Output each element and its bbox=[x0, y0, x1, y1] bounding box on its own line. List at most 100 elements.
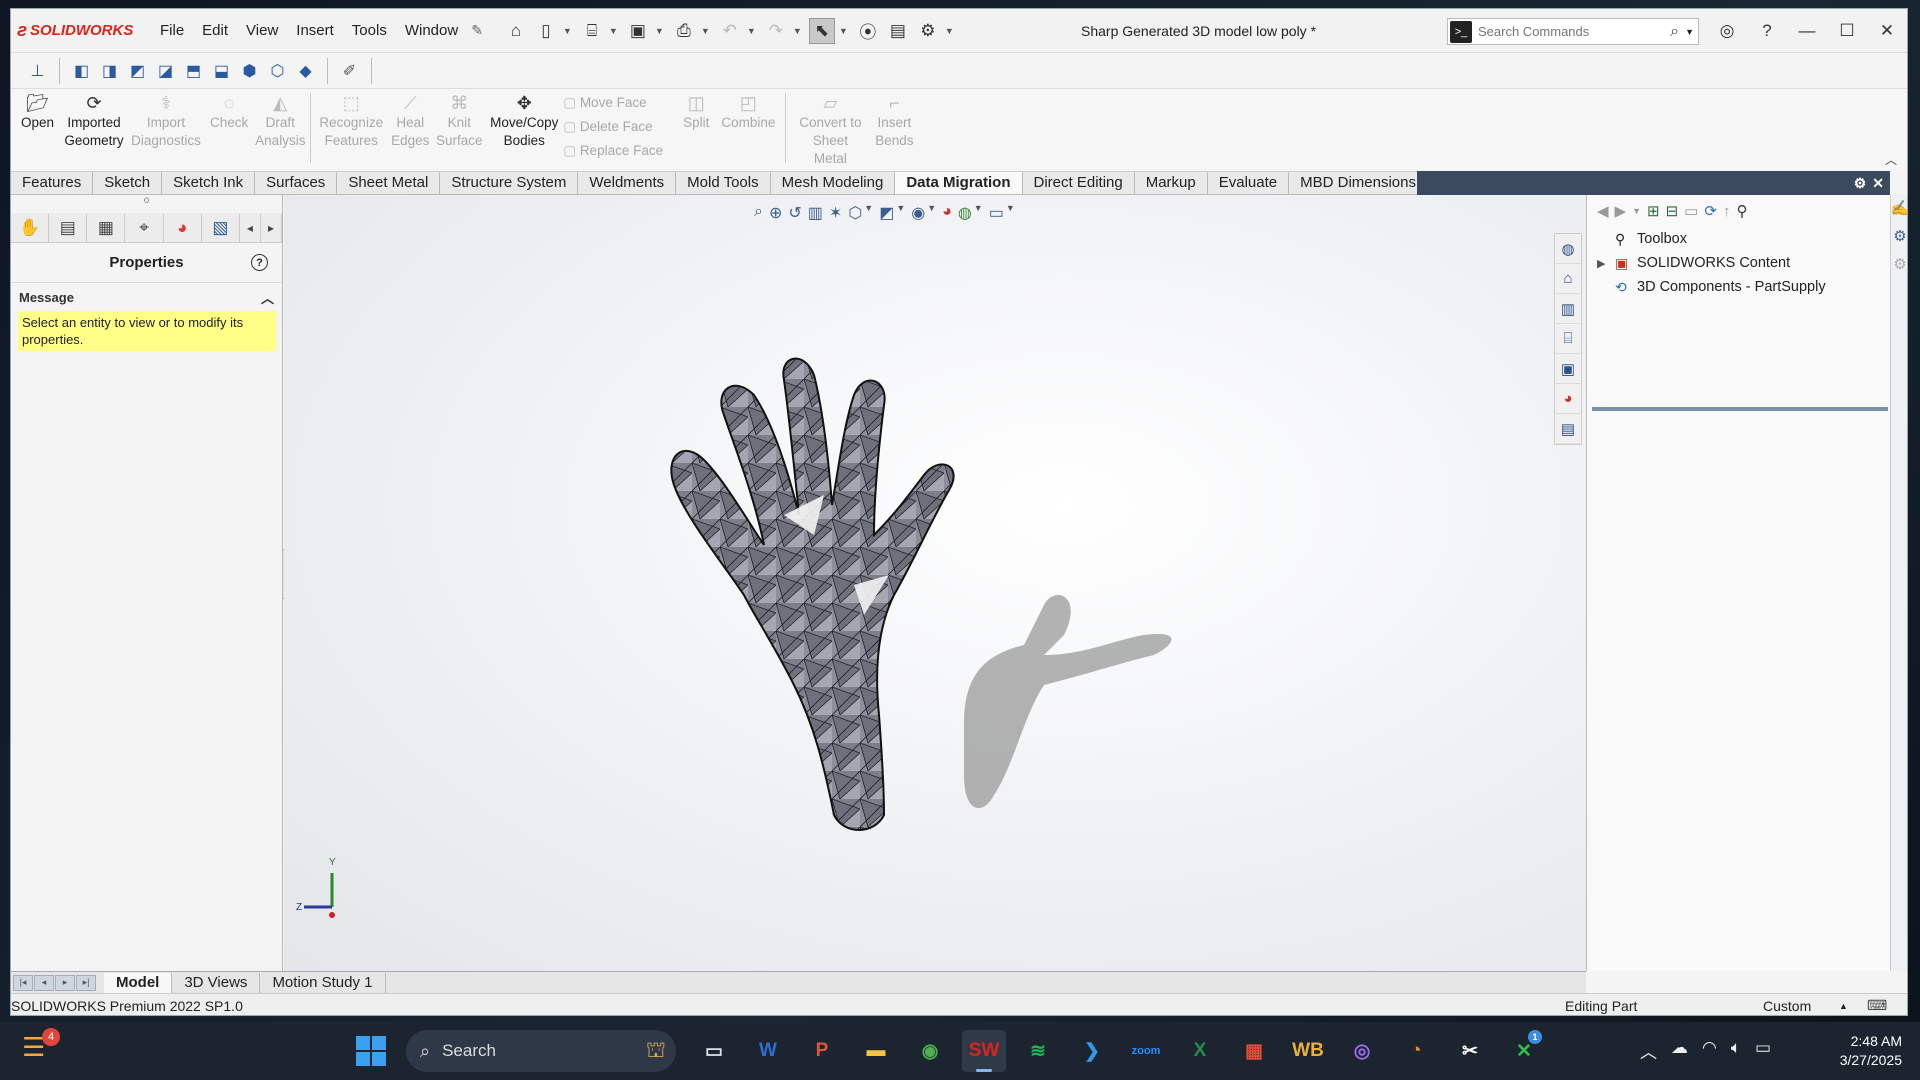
help-icon[interactable]: ? bbox=[1747, 21, 1787, 41]
configuration-manager-tab-icon[interactable]: ▦ bbox=[87, 213, 126, 242]
tabs-scroll-left-icon[interactable]: ◂ bbox=[240, 213, 261, 242]
up-one-level-icon[interactable]: ↑ bbox=[1723, 203, 1731, 220]
menu-file[interactable]: File bbox=[151, 22, 193, 39]
tab-evaluate[interactable]: Evaluate bbox=[1208, 172, 1290, 194]
save-icon[interactable]: ▣ bbox=[625, 18, 651, 44]
tab-weldments[interactable]: Weldments bbox=[578, 172, 677, 194]
file-explorer-icon[interactable]: ▬ bbox=[854, 1030, 898, 1072]
home-icon[interactable]: ⌂ bbox=[1555, 264, 1581, 294]
redo-dropdown-icon[interactable]: ▼ bbox=[793, 26, 805, 36]
forward-icon[interactable]: ▶ bbox=[1615, 202, 1627, 220]
word-icon[interactable]: W bbox=[746, 1030, 790, 1072]
add-to-library-icon[interactable]: ⊞ bbox=[1647, 202, 1660, 220]
tab-mesh-modeling[interactable]: Mesh Modeling bbox=[771, 172, 896, 194]
new-dropdown-icon[interactable]: ▼ bbox=[563, 26, 575, 36]
message-section-header[interactable]: Message ︿ bbox=[11, 283, 282, 311]
library-item-partsupply[interactable]: ⟲ 3D Components - PartSupply bbox=[1587, 275, 1890, 299]
graphics-area[interactable]: ⌕ ⊕ ↺ ▥ ✶ ⬡ ▼ ◩ ▼ ◉ ▼ ◕ ◍ ▼ ▭ ▼ Y Z ◍ ⌂ … bbox=[284, 195, 1586, 971]
create-new-folder-icon[interactable]: ▭ bbox=[1684, 202, 1698, 220]
open-folder-icon[interactable]: ⌸ bbox=[579, 18, 605, 44]
solidworks-resources-icon[interactable]: ◍ bbox=[1555, 234, 1581, 264]
knit-surface-button[interactable]: ⌘ Knit Surface bbox=[433, 89, 485, 150]
tags-icon[interactable]: ⌨ bbox=[1867, 997, 1887, 1014]
top-view-icon[interactable]: ⬒ bbox=[181, 58, 206, 83]
battery-icon[interactable]: ▭ bbox=[1755, 1038, 1771, 1063]
toolbox-settings-icon[interactable]: ⚲ bbox=[1736, 202, 1747, 220]
isometric-view-icon[interactable]: ⬢ bbox=[237, 58, 262, 83]
new-document-icon[interactable]: ▯ bbox=[533, 18, 559, 44]
library-item-toolbox[interactable]: ⚲ Toolbox bbox=[1587, 227, 1890, 251]
spotify-icon[interactable]: ≋ bbox=[1016, 1030, 1060, 1072]
powerpoint-icon[interactable]: P bbox=[800, 1030, 844, 1072]
search-commands[interactable]: >_ ⌕ ▼ bbox=[1447, 18, 1699, 45]
save-dropdown-icon[interactable]: ▼ bbox=[655, 26, 667, 36]
next-tab-icon[interactable]: ▸ bbox=[55, 974, 75, 991]
design-library-icon[interactable]: ▥ bbox=[1555, 294, 1581, 324]
previous-view-icon[interactable]: ↺ bbox=[788, 203, 801, 223]
tab-surfaces[interactable]: Surfaces bbox=[255, 172, 338, 194]
select-cursor-icon[interactable]: ⬉ bbox=[808, 17, 835, 44]
combine-button[interactable]: ◰ Combine bbox=[715, 89, 781, 132]
tab-mbd-dimensions[interactable]: MBD Dimensions bbox=[1289, 172, 1428, 194]
forward-dropdown-icon[interactable]: ▼ bbox=[1632, 206, 1641, 216]
tab-3d-views[interactable]: 3D Views bbox=[172, 972, 261, 993]
back-view-icon[interactable]: ◨ bbox=[97, 58, 122, 83]
undo-icon[interactable]: ↶ bbox=[717, 18, 743, 44]
minimize-icon[interactable]: — bbox=[1787, 21, 1827, 41]
home-icon[interactable]: ⌂ bbox=[503, 18, 529, 44]
recognize-features-button[interactable]: ⬚ Recognize Features bbox=[315, 89, 387, 150]
left-view-icon[interactable]: ◩ bbox=[125, 58, 150, 83]
normal-to-icon[interactable]: ⊥ bbox=[25, 58, 50, 83]
first-tab-icon[interactable]: |◂ bbox=[13, 974, 33, 991]
hide-show-dropdown-icon[interactable]: ▼ bbox=[927, 203, 936, 223]
property-manager-tab-icon[interactable]: ✋ bbox=[11, 213, 50, 242]
tab-features[interactable]: Features bbox=[11, 172, 94, 194]
open-button[interactable]: 📂︎ Open bbox=[15, 89, 60, 132]
chrome-icon[interactable]: ◉ bbox=[908, 1030, 952, 1072]
unit-system-arrow-icon[interactable]: ▲ bbox=[1839, 1001, 1848, 1011]
tab-direct-editing[interactable]: Direct Editing bbox=[1023, 172, 1135, 194]
low-poly-hand-model[interactable] bbox=[664, 295, 1184, 855]
import-diagnostics-button[interactable]: ⚕ Import Diagnostics bbox=[128, 89, 204, 150]
zoom-icon[interactable]: zoom bbox=[1124, 1030, 1168, 1072]
expand-arrow-icon[interactable]: ▶ bbox=[1597, 257, 1615, 270]
bottom-view-icon[interactable]: ⬓ bbox=[209, 58, 234, 83]
task-pane-pin-icon[interactable]: ✕ bbox=[1872, 175, 1884, 192]
undo-dropdown-icon[interactable]: ▼ bbox=[747, 26, 759, 36]
convert-to-sheet-metal-button[interactable]: ▱ Convert to Sheet Metal bbox=[790, 89, 870, 168]
delete-face-button[interactable]: Delete Face bbox=[563, 119, 663, 135]
view-palette-icon[interactable]: ▣ bbox=[1555, 354, 1581, 384]
sketch-ink-icon[interactable]: ✍ bbox=[1891, 199, 1907, 217]
display-style-dropdown-icon[interactable]: ▼ bbox=[896, 203, 905, 223]
panel-grip[interactable]: o bbox=[11, 195, 282, 213]
check-button[interactable]: ◌ Check bbox=[204, 89, 254, 132]
refresh-icon[interactable]: ⟳ bbox=[1704, 202, 1717, 220]
show-hidden-icons-icon[interactable]: ︿ bbox=[1640, 1038, 1657, 1063]
pin-menu-icon[interactable]: ✎ bbox=[471, 22, 483, 39]
last-tab-icon[interactable]: ▸| bbox=[76, 974, 96, 991]
tab-motion-study[interactable]: Motion Study 1 bbox=[260, 972, 386, 993]
collapse-chevron-icon[interactable]: ︿ bbox=[261, 288, 274, 307]
solidworks-icon[interactable]: SW bbox=[962, 1030, 1006, 1072]
start-button[interactable] bbox=[356, 1036, 386, 1066]
tab-sheet-metal[interactable]: Sheet Metal bbox=[337, 172, 441, 194]
xbox-icon[interactable]: ✕ 1 bbox=[1502, 1030, 1546, 1072]
tabs-scroll-right-icon[interactable]: ▸ bbox=[261, 213, 282, 242]
front-view-icon[interactable]: ◧ bbox=[69, 58, 94, 83]
section-view-icon[interactable]: ▥ bbox=[808, 203, 823, 223]
custom-properties-icon[interactable]: ▤ bbox=[1555, 414, 1581, 444]
vscode-icon[interactable]: ❯ bbox=[1070, 1030, 1114, 1072]
prev-tab-icon[interactable]: ◂ bbox=[34, 974, 54, 991]
view-orientation-icon[interactable]: ⬡ bbox=[848, 203, 862, 223]
onedrive-cloud-icon[interactable]: ☁ bbox=[1671, 1038, 1688, 1063]
screen-recorder-icon[interactable]: ◎ bbox=[1340, 1030, 1384, 1072]
file-explorer-icon[interactable]: ⌸ bbox=[1555, 324, 1581, 354]
wifi-icon[interactable]: ◠ bbox=[1702, 1038, 1717, 1063]
open-dropdown-icon[interactable]: ▼ bbox=[609, 26, 621, 36]
tab-sketch[interactable]: Sketch bbox=[93, 172, 163, 194]
task-pane-options-icon[interactable]: ⚙ bbox=[1854, 175, 1867, 192]
file-properties-icon[interactable]: ▤ bbox=[885, 18, 911, 44]
unit-system[interactable]: Custom bbox=[1763, 998, 1811, 1014]
excel-icon[interactable]: X bbox=[1178, 1030, 1222, 1072]
apply-scene-dropdown-icon[interactable]: ▼ bbox=[974, 203, 983, 223]
